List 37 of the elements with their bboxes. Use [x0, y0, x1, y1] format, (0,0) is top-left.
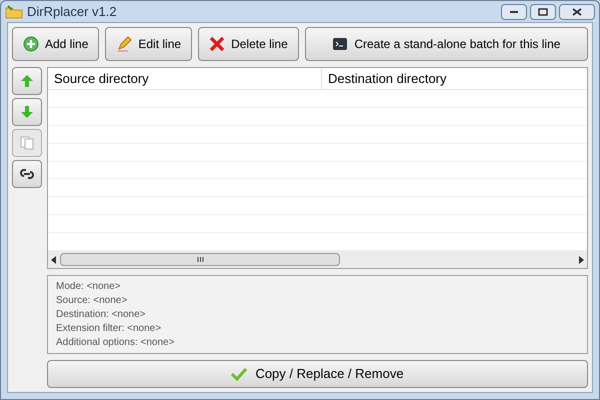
plus-icon — [23, 36, 39, 52]
link-icon — [20, 167, 34, 181]
toolbar-button[interactable]: Edit line — [105, 27, 192, 61]
scrollbar-thumb[interactable] — [60, 253, 340, 266]
info-line: Mode: <none> — [56, 280, 122, 294]
left-arrow-icon — [51, 256, 56, 264]
info-line: Destination: <none> — [56, 308, 147, 321]
cross-icon — [209, 36, 226, 52]
grip-icon — [196, 257, 204, 262]
up-button[interactable] — [12, 67, 42, 95]
terminal-icon — [332, 36, 348, 52]
up-arrow-icon — [20, 74, 34, 88]
info-line: Extension filter: <none> — [56, 322, 162, 335]
info-line: Additional options: <none> — [56, 336, 176, 349]
run-button[interactable]: Copy / Replace / Remove — [47, 360, 588, 388]
checkmark-icon — [231, 367, 248, 381]
folder-icon — [5, 4, 23, 18]
copy-icon — [20, 136, 34, 150]
down-button[interactable] — [12, 98, 42, 126]
maximize-button[interactable] — [530, 4, 556, 20]
info-line: Source: <none> — [56, 294, 128, 308]
down-arrow-icon — [20, 105, 34, 119]
toolbar-button[interactable]: Delete line — [198, 27, 299, 61]
column-header[interactable]: Destination directory — [322, 68, 587, 89]
minimize-button[interactable] — [501, 4, 527, 20]
close-icon — [572, 8, 582, 16]
minimize-icon — [509, 10, 519, 14]
close-button[interactable] — [559, 4, 595, 20]
link-button[interactable] — [12, 160, 42, 188]
horizontal-scrollbar[interactable] — [48, 251, 587, 268]
maximize-icon — [538, 8, 548, 16]
pencil-icon — [116, 36, 132, 52]
toolbar-button[interactable]: Add line — [12, 27, 100, 61]
toolbar-button[interactable]: Create a stand-alone batch for this line — [304, 27, 588, 61]
right-arrow-icon — [579, 256, 584, 264]
window-title: DirRplacer v1.2 — [27, 2, 117, 21]
column-header[interactable]: Source directory — [48, 68, 322, 89]
